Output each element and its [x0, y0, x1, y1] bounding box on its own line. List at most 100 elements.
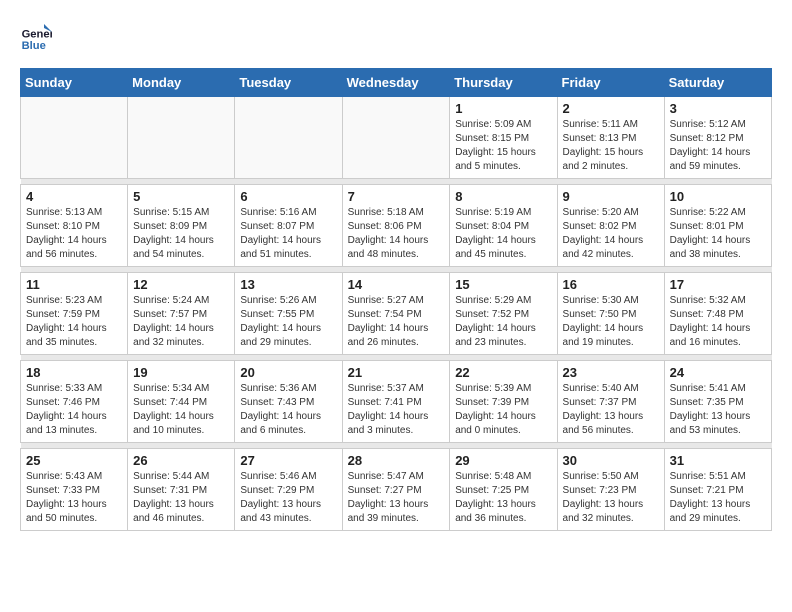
day-info: Sunrise: 5:23 AM Sunset: 7:59 PM Dayligh…: [26, 294, 122, 350]
day-number: 30: [563, 453, 659, 468]
day-info: Sunrise: 5:43 AM Sunset: 7:33 PM Dayligh…: [26, 470, 122, 526]
header: General Blue: [20, 20, 772, 52]
day-number: 17: [670, 277, 766, 292]
logo: General Blue: [20, 20, 56, 52]
day-number: 9: [563, 189, 659, 204]
day-number: 15: [455, 277, 551, 292]
day-info: Sunrise: 5:33 AM Sunset: 7:46 PM Dayligh…: [26, 382, 122, 438]
week-row-5: 25 Sunrise: 5:43 AM Sunset: 7:33 PM Dayli…: [21, 449, 772, 531]
day-info: Sunrise: 5:34 AM Sunset: 7:44 PM Dayligh…: [133, 382, 229, 438]
calendar-cell: 26 Sunrise: 5:44 AM Sunset: 7:31 PM Dayli…: [128, 449, 235, 531]
day-number: 19: [133, 365, 229, 380]
calendar-cell: 31Sunrise: 5:51 AM Sunset: 7:21 PM Dayli…: [664, 449, 771, 531]
calendar-cell: 9 Sunrise: 5:20 AM Sunset: 8:02 PM Daylig…: [557, 185, 664, 267]
day-info: Sunrise: 5:20 AM Sunset: 8:02 PM Dayligh…: [563, 206, 659, 262]
day-number: 29: [455, 453, 551, 468]
calendar-cell: 27 Sunrise: 5:46 AM Sunset: 7:29 PM Dayli…: [235, 449, 342, 531]
weekday-header-thursday: Thursday: [450, 69, 557, 97]
day-number: 16: [563, 277, 659, 292]
calendar-cell: 30 Sunrise: 5:50 AM Sunset: 7:23 PM Dayli…: [557, 449, 664, 531]
day-info: Sunrise: 5:12 AM Sunset: 8:12 PM Dayligh…: [670, 118, 766, 174]
day-info: Sunrise: 5:41 AM Sunset: 7:35 PM Dayligh…: [670, 382, 766, 438]
day-number: 28: [348, 453, 445, 468]
calendar-cell: 4 Sunrise: 5:13 AM Sunset: 8:10 PM Daylig…: [21, 185, 128, 267]
day-info: Sunrise: 5:09 AM Sunset: 8:15 PM Dayligh…: [455, 118, 551, 174]
weekday-header-wednesday: Wednesday: [342, 69, 450, 97]
calendar-cell: [235, 97, 342, 179]
day-info: Sunrise: 5:19 AM Sunset: 8:04 PM Dayligh…: [455, 206, 551, 262]
svg-text:General: General: [22, 29, 52, 41]
day-info: Sunrise: 5:16 AM Sunset: 8:07 PM Dayligh…: [240, 206, 336, 262]
calendar-cell: 16 Sunrise: 5:30 AM Sunset: 7:50 PM Dayli…: [557, 273, 664, 355]
day-number: 25: [26, 453, 122, 468]
day-number: 27: [240, 453, 336, 468]
day-number: 5: [133, 189, 229, 204]
day-info: Sunrise: 5:11 AM Sunset: 8:13 PM Dayligh…: [563, 118, 659, 174]
calendar-cell: 22 Sunrise: 5:39 AM Sunset: 7:39 PM Dayli…: [450, 361, 557, 443]
calendar-cell: [128, 97, 235, 179]
calendar-cell: 18 Sunrise: 5:33 AM Sunset: 7:46 PM Dayli…: [21, 361, 128, 443]
calendar-cell: 28 Sunrise: 5:47 AM Sunset: 7:27 PM Dayli…: [342, 449, 450, 531]
day-info: Sunrise: 5:27 AM Sunset: 7:54 PM Dayligh…: [348, 294, 445, 350]
day-number: 12: [133, 277, 229, 292]
calendar-cell: 20Sunrise: 5:36 AM Sunset: 7:43 PM Dayli…: [235, 361, 342, 443]
calendar-cell: 3 Sunrise: 5:12 AM Sunset: 8:12 PM Daylig…: [664, 97, 771, 179]
calendar-cell: 24Sunrise: 5:41 AM Sunset: 7:35 PM Dayli…: [664, 361, 771, 443]
day-number: 2: [563, 101, 659, 116]
day-number: 13: [240, 277, 336, 292]
day-info: Sunrise: 5:37 AM Sunset: 7:41 PM Dayligh…: [348, 382, 445, 438]
day-info: Sunrise: 5:22 AM Sunset: 8:01 PM Dayligh…: [670, 206, 766, 262]
calendar-cell: [342, 97, 450, 179]
day-info: Sunrise: 5:36 AM Sunset: 7:43 PM Dayligh…: [240, 382, 336, 438]
day-info: Sunrise: 5:46 AM Sunset: 7:29 PM Dayligh…: [240, 470, 336, 526]
day-info: Sunrise: 5:44 AM Sunset: 7:31 PM Dayligh…: [133, 470, 229, 526]
calendar-cell: 12 Sunrise: 5:24 AM Sunset: 7:57 PM Dayli…: [128, 273, 235, 355]
day-info: Sunrise: 5:18 AM Sunset: 8:06 PM Dayligh…: [348, 206, 445, 262]
day-number: 3: [670, 101, 766, 116]
weekday-header-sunday: Sunday: [21, 69, 128, 97]
day-number: 8: [455, 189, 551, 204]
weekday-header-tuesday: Tuesday: [235, 69, 342, 97]
calendar-cell: 17 Sunrise: 5:32 AM Sunset: 7:48 PM Dayli…: [664, 273, 771, 355]
day-number: 14: [348, 277, 445, 292]
calendar-cell: 6 Sunrise: 5:16 AM Sunset: 8:07 PM Daylig…: [235, 185, 342, 267]
day-number: 18: [26, 365, 122, 380]
day-info: Sunrise: 5:29 AM Sunset: 7:52 PM Dayligh…: [455, 294, 551, 350]
day-number: 22: [455, 365, 551, 380]
day-number: 10: [670, 189, 766, 204]
calendar-cell: 14 Sunrise: 5:27 AM Sunset: 7:54 PM Dayli…: [342, 273, 450, 355]
day-info: Sunrise: 5:32 AM Sunset: 7:48 PM Dayligh…: [670, 294, 766, 350]
day-number: 6: [240, 189, 336, 204]
day-info: Sunrise: 5:39 AM Sunset: 7:39 PM Dayligh…: [455, 382, 551, 438]
day-number: 11: [26, 277, 122, 292]
day-number: 31: [670, 453, 766, 468]
calendar-cell: 5 Sunrise: 5:15 AM Sunset: 8:09 PM Daylig…: [128, 185, 235, 267]
calendar-cell: 2 Sunrise: 5:11 AM Sunset: 8:13 PM Daylig…: [557, 97, 664, 179]
week-row-2: 4 Sunrise: 5:13 AM Sunset: 8:10 PM Daylig…: [21, 185, 772, 267]
logo-icon: General Blue: [20, 20, 52, 52]
calendar-cell: 29 Sunrise: 5:48 AM Sunset: 7:25 PM Dayli…: [450, 449, 557, 531]
calendar-cell: 13Sunrise: 5:26 AM Sunset: 7:55 PM Dayli…: [235, 273, 342, 355]
calendar-cell: 10 Sunrise: 5:22 AM Sunset: 8:01 PM Dayli…: [664, 185, 771, 267]
weekday-header-friday: Friday: [557, 69, 664, 97]
calendar-cell: [21, 97, 128, 179]
day-info: Sunrise: 5:30 AM Sunset: 7:50 PM Dayligh…: [563, 294, 659, 350]
svg-text:Blue: Blue: [22, 40, 46, 52]
calendar-cell: 21 Sunrise: 5:37 AM Sunset: 7:41 PM Dayli…: [342, 361, 450, 443]
weekday-header-saturday: Saturday: [664, 69, 771, 97]
calendar-cell: 19 Sunrise: 5:34 AM Sunset: 7:44 PM Dayli…: [128, 361, 235, 443]
day-number: 26: [133, 453, 229, 468]
day-info: Sunrise: 5:24 AM Sunset: 7:57 PM Dayligh…: [133, 294, 229, 350]
day-number: 4: [26, 189, 122, 204]
calendar-cell: 23Sunrise: 5:40 AM Sunset: 7:37 PM Dayli…: [557, 361, 664, 443]
day-info: Sunrise: 5:48 AM Sunset: 7:25 PM Dayligh…: [455, 470, 551, 526]
day-number: 21: [348, 365, 445, 380]
day-info: Sunrise: 5:47 AM Sunset: 7:27 PM Dayligh…: [348, 470, 445, 526]
calendar-table: SundayMondayTuesdayWednesdayThursdayFrid…: [20, 68, 772, 531]
day-info: Sunrise: 5:15 AM Sunset: 8:09 PM Dayligh…: [133, 206, 229, 262]
week-row-1: 1Sunrise: 5:09 AM Sunset: 8:15 PM Daylig…: [21, 97, 772, 179]
day-info: Sunrise: 5:50 AM Sunset: 7:23 PM Dayligh…: [563, 470, 659, 526]
day-info: Sunrise: 5:13 AM Sunset: 8:10 PM Dayligh…: [26, 206, 122, 262]
day-number: 23: [563, 365, 659, 380]
calendar-cell: 11 Sunrise: 5:23 AM Sunset: 7:59 PM Dayli…: [21, 273, 128, 355]
